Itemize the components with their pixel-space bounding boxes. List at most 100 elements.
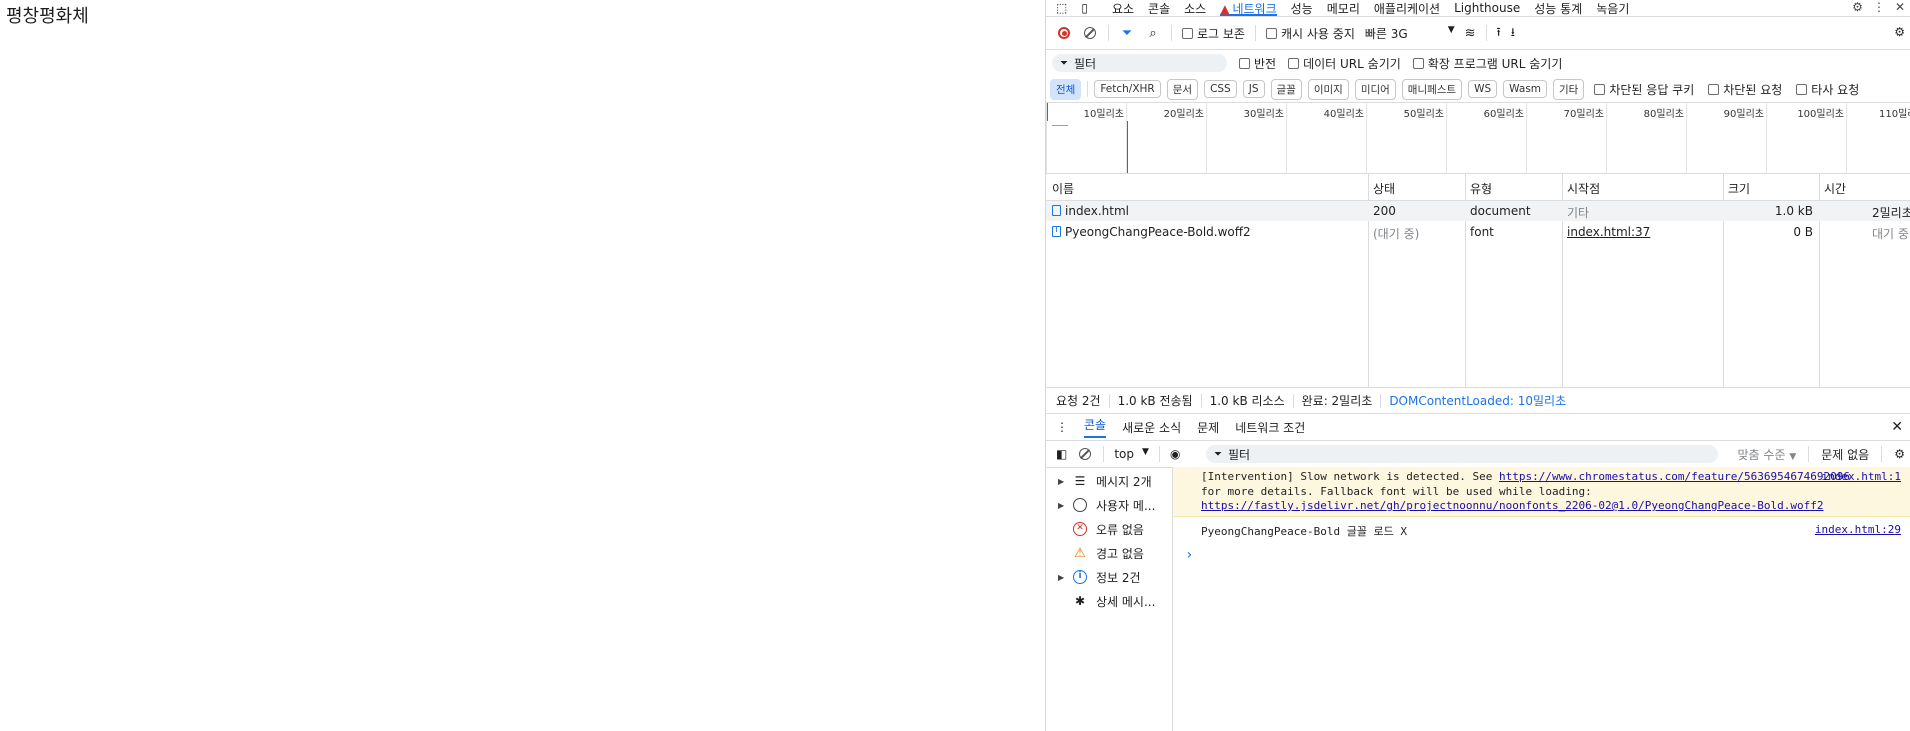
tab-lighthouse[interactable]: Lighthouse bbox=[1454, 1, 1520, 15]
console-prompt[interactable]: › bbox=[1173, 545, 1910, 563]
type-filter-js[interactable]: JS bbox=[1242, 80, 1265, 98]
type-filter-doc[interactable]: 문서 bbox=[1166, 78, 1199, 100]
tab-console[interactable]: 콘솔 bbox=[1148, 0, 1170, 16]
close-drawer-icon[interactable]: ✕ bbox=[1891, 419, 1903, 435]
timeline-tick: 100밀리초 bbox=[1766, 103, 1847, 173]
divider bbox=[1103, 446, 1105, 462]
table-row[interactable]: index.html 200 document 기타 1.0 kB 2밀리초 bbox=[1046, 201, 1910, 221]
error-circle: ✕ bbox=[1073, 522, 1087, 536]
tick-label: 90밀리초 bbox=[1723, 109, 1764, 120]
tab-sources[interactable]: 소스 bbox=[1184, 0, 1206, 16]
drawer-tab-whats-new[interactable]: 새로운 소식 bbox=[1122, 419, 1181, 436]
console-warning-message: [Intervention] Slow network is detected.… bbox=[1173, 467, 1910, 517]
network-conditions-icon[interactable]: ≋ bbox=[1465, 26, 1476, 41]
table-row[interactable]: PyeongChangPeace-Bold.woff2 (대기 중) font … bbox=[1046, 222, 1910, 242]
tab-recorder[interactable]: 녹음기 bbox=[1596, 0, 1629, 16]
inspect-icon[interactable]: ⬚ bbox=[1056, 1, 1067, 15]
sidebar-toggle-icon[interactable]: ◧ bbox=[1056, 447, 1067, 461]
live-expression-eye-icon[interactable]: ◉ bbox=[1170, 447, 1180, 461]
error-icon: ✕ bbox=[1072, 521, 1088, 537]
drawer-tab-network-conditions[interactable]: 네트워크 조건 bbox=[1235, 419, 1305, 436]
type-filter-ws[interactable]: WS bbox=[1468, 80, 1498, 98]
sidebar-item-verbose[interactable]: ✱ 상세 메시... bbox=[1046, 589, 1172, 613]
chromestatus-link[interactable]: https://www.chromestatus.com/feature/563… bbox=[1499, 470, 1850, 483]
request-count: 요청 2건 bbox=[1056, 394, 1101, 408]
filter-toggle-icon[interactable]: ⏷ bbox=[1119, 25, 1135, 41]
drawer-tab-console[interactable]: 콘솔 bbox=[1084, 416, 1107, 438]
clear-icon bbox=[1079, 448, 1092, 460]
disable-cache-checkbox[interactable]: 캐시 사용 중지 bbox=[1265, 25, 1355, 42]
issues-count[interactable]: 문제 없음 bbox=[1821, 446, 1869, 463]
network-settings-icon[interactable]: ⚙ bbox=[1894, 25, 1905, 39]
row-time: 대기 중 bbox=[1872, 227, 1909, 241]
column-status[interactable]: 상태 bbox=[1373, 180, 1395, 197]
tick-label: 60밀리초 bbox=[1483, 109, 1524, 120]
record-icon bbox=[1058, 27, 1070, 39]
request-table: 이름 상태 유형 시작점 크기 시간 index.html 200 docume… bbox=[1046, 174, 1910, 388]
type-filter-manifest[interactable]: 매니페스트 bbox=[1401, 78, 1463, 100]
third-party-checkbox[interactable]: 타사 요청 bbox=[1796, 81, 1859, 98]
blocked-cookies-checkbox[interactable]: 차단된 응답 쿠키 bbox=[1594, 81, 1694, 98]
type-filter-wasm[interactable]: Wasm bbox=[1503, 80, 1548, 98]
sidebar-item-label: 메시지 2개 bbox=[1096, 474, 1152, 489]
tab-elements[interactable]: 요소 bbox=[1112, 0, 1134, 16]
tab-network[interactable]: ▲ 네트워크 bbox=[1220, 0, 1277, 16]
type-filter-media[interactable]: 미디어 bbox=[1354, 78, 1396, 100]
sidebar-item-info[interactable]: ▶ i 정보 2건 bbox=[1046, 565, 1172, 589]
device-toggle-icon[interactable]: ▯ bbox=[1081, 1, 1088, 15]
info-icon: i bbox=[1072, 569, 1088, 585]
message-source-link[interactable]: index.html:1 bbox=[1822, 470, 1901, 485]
column-initiator[interactable]: 시작점 bbox=[1567, 180, 1600, 197]
search-icon[interactable]: ⌕ bbox=[1145, 25, 1161, 41]
tab-application[interactable]: 애플리케이션 bbox=[1374, 0, 1440, 16]
font-url-link[interactable]: https://fastly.jsdelivr.net/gh/projectno… bbox=[1201, 499, 1824, 512]
tick-label: 30밀리초 bbox=[1243, 109, 1284, 120]
invert-checkbox[interactable]: 반전 bbox=[1239, 55, 1276, 72]
clear-button[interactable] bbox=[1082, 25, 1098, 41]
more-options-icon[interactable]: ⋮ bbox=[1873, 0, 1885, 14]
network-overview[interactable]: 10밀리초 20밀리초 30밀리초 40밀리초 50밀리초 60밀리초 70밀리… bbox=[1046, 103, 1910, 174]
sidebar-item-messages[interactable]: ▶ ☰ 메시지 2개 bbox=[1046, 469, 1172, 493]
import-har-icon[interactable]: ⭱ bbox=[1497, 23, 1501, 44]
third-party-label: 타사 요청 bbox=[1811, 82, 1860, 97]
close-devtools-icon[interactable]: ✕ bbox=[1895, 0, 1905, 14]
tab-performance[interactable]: 성능 bbox=[1291, 0, 1313, 16]
message-source-link[interactable]: index.html:29 bbox=[1815, 523, 1901, 536]
context-select[interactable]: top ▼ bbox=[1114, 447, 1149, 461]
column-type[interactable]: 유형 bbox=[1470, 180, 1492, 197]
tab-performance-insights[interactable]: 성능 통계 bbox=[1534, 0, 1582, 16]
drawer-menu-icon[interactable]: ⋮ bbox=[1056, 420, 1068, 434]
clear-console-button[interactable] bbox=[1077, 446, 1093, 462]
type-filter-css[interactable]: CSS bbox=[1204, 80, 1237, 98]
column-time[interactable]: 시간 bbox=[1824, 180, 1846, 197]
hide-data-urls-checkbox[interactable]: 데이터 URL 숨기기 bbox=[1288, 55, 1401, 72]
export-har-icon[interactable]: ⭳ bbox=[1511, 23, 1515, 44]
console-settings-icon[interactable]: ⚙ bbox=[1894, 447, 1905, 461]
log-levels-select[interactable]: 맞춤 수준 ▼ bbox=[1738, 446, 1797, 463]
chevron-down-icon: ▼ bbox=[1789, 451, 1797, 462]
invert-label: 반전 bbox=[1254, 56, 1277, 71]
preserve-log-checkbox[interactable]: 로그 보존 bbox=[1182, 25, 1245, 42]
type-filter-fetch-xhr[interactable]: Fetch/XHR bbox=[1094, 80, 1161, 98]
sidebar-item-errors[interactable]: ✕ 오류 없음 bbox=[1046, 517, 1172, 541]
row-initiator-link[interactable]: index.html:37 bbox=[1567, 225, 1650, 239]
console-filter-input[interactable]: ⏷ 필터 bbox=[1206, 445, 1718, 463]
font-file-icon bbox=[1052, 225, 1061, 237]
network-filter-input[interactable]: ⏷ 필터 bbox=[1052, 54, 1227, 72]
settings-icon[interactable]: ⚙ bbox=[1852, 0, 1863, 14]
hide-extension-urls-checkbox[interactable]: 확장 프로그램 URL 숨기기 bbox=[1412, 55, 1562, 72]
blocked-requests-checkbox[interactable]: 차단된 요청 bbox=[1708, 81, 1782, 98]
tab-memory[interactable]: 메모리 bbox=[1327, 0, 1360, 16]
drawer-tab-issues[interactable]: 문제 bbox=[1197, 419, 1219, 436]
checkbox-box bbox=[1288, 57, 1300, 69]
sidebar-item-warnings[interactable]: ⚠ 경고 없음 bbox=[1046, 541, 1172, 565]
throttle-select[interactable]: 빠른 3G ▼ bbox=[1365, 25, 1455, 42]
record-button[interactable] bbox=[1056, 25, 1072, 41]
type-filter-all[interactable]: 전체 bbox=[1050, 78, 1082, 100]
type-filter-font[interactable]: 글꼴 bbox=[1270, 78, 1302, 100]
column-name[interactable]: 이름 bbox=[1052, 180, 1074, 197]
type-filter-other[interactable]: 기타 bbox=[1553, 78, 1585, 100]
type-filter-img[interactable]: 이미지 bbox=[1307, 78, 1349, 100]
sidebar-item-user-messages[interactable]: ▶ 사용자 메... bbox=[1046, 493, 1172, 517]
column-size[interactable]: 크기 bbox=[1728, 180, 1750, 197]
